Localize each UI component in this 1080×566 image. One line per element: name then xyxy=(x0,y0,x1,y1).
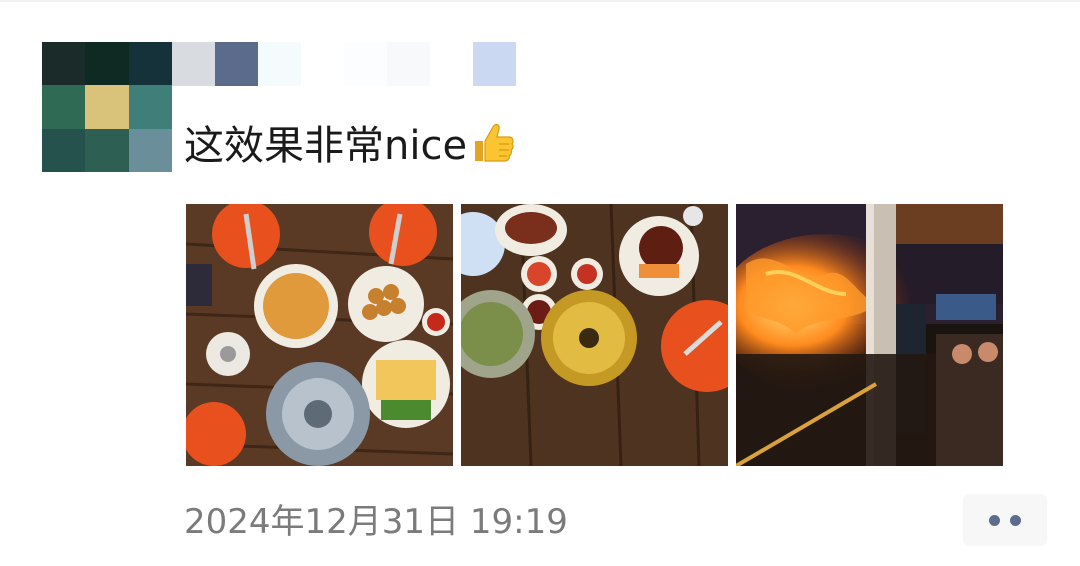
top-divider xyxy=(0,0,1080,2)
ellipsis-icon-dot xyxy=(1010,514,1021,526)
thumbs-up-icon xyxy=(475,123,514,162)
username-blurred[interactable] xyxy=(172,42,517,86)
more-actions-button[interactable] xyxy=(963,494,1047,546)
post-text: 这效果非常nice xyxy=(184,118,517,174)
food-table-photo-2[interactable] xyxy=(461,204,728,466)
post-text-content: 这效果非常nice xyxy=(184,123,468,169)
fire-show-photo[interactable] xyxy=(736,204,1003,466)
ellipsis-icon xyxy=(989,514,1000,526)
food-table-photo-1[interactable] xyxy=(186,204,453,466)
fire-performance-icon xyxy=(736,204,1003,466)
thai-food-table-icon xyxy=(186,204,453,466)
avatar[interactable] xyxy=(42,42,172,172)
post-timestamp: 2024年12月31日 19:19 xyxy=(184,502,568,542)
hotpot-table-icon xyxy=(461,204,728,466)
